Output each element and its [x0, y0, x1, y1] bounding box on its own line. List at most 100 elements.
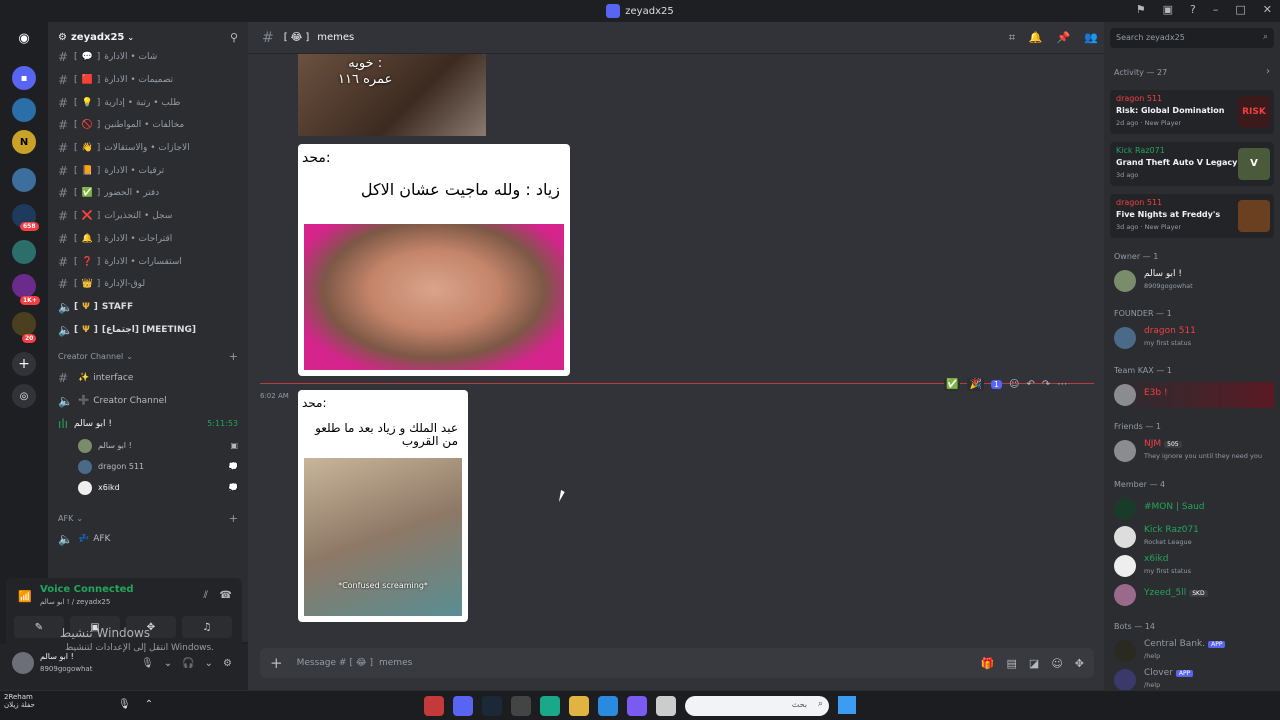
add-reaction-icon[interactable]: ☺	[1009, 379, 1019, 390]
member-item[interactable]: Kick Raz071 Rocket League	[1114, 524, 1274, 550]
edge-app-icon[interactable]	[598, 696, 618, 716]
camera-button[interactable]: ✎	[14, 616, 64, 638]
message-composer[interactable]: + Message # [ 😂 ] memes 🎁 ▤ ◪ ☺ ✥	[260, 648, 1094, 678]
app-icon[interactable]	[627, 696, 647, 716]
add-attachment-icon[interactable]: +	[270, 654, 283, 672]
forward-icon[interactable]: ↷	[1042, 379, 1050, 390]
reaction-party-icon[interactable]: 🎉	[967, 377, 984, 391]
voice-channel-item[interactable]: 🔈 ➕ Creator Channel	[48, 390, 248, 413]
attachment-image[interactable]: محد: زياد : ولله ماجيت عشان الاكل	[298, 144, 570, 376]
app-icon[interactable]	[511, 696, 531, 716]
steam-app-icon[interactable]	[482, 696, 502, 716]
active-voice-channel[interactable]: ılı ابو سالم ! 5:11:53	[48, 412, 248, 435]
channel-item[interactable]: #[📙] ترقيات • الادارة	[48, 159, 248, 182]
discord-home-icon[interactable]: ◉	[12, 26, 36, 50]
app-icon[interactable]	[424, 696, 444, 716]
headset-icon[interactable]: 🎧	[182, 658, 194, 669]
attachment-image[interactable]: محد: عبد الملك و زياد بعد ما طلعو من الق…	[298, 390, 468, 622]
chevron-up-icon[interactable]: ⌃	[145, 699, 153, 710]
chevron-right-icon[interactable]: ›	[1266, 66, 1270, 77]
bell-icon[interactable]: 🔔	[1029, 31, 1043, 45]
voice-status[interactable]: Voice Connected	[40, 584, 134, 595]
maximize-button[interactable]: □	[1235, 3, 1245, 16]
member-item[interactable]: NJM 505 They ignore you until they need y…	[1114, 438, 1274, 464]
server-icon[interactable]	[12, 98, 36, 122]
members-icon[interactable]: 👥	[1084, 31, 1098, 45]
mic-icon[interactable]: 🎙	[141, 658, 154, 669]
pin-icon[interactable]: 📌	[1057, 31, 1071, 45]
emoji-icon[interactable]: ☺	[1051, 657, 1062, 670]
close-button[interactable]: ✕	[1263, 3, 1272, 16]
search-input[interactable]: Search zeyadx25 ⌕	[1110, 28, 1274, 48]
voice-user[interactable]: dragon 511 💭	[48, 456, 248, 477]
disconnect-icon[interactable]: ☎	[220, 590, 232, 601]
channel-item[interactable]: # ✨ interface	[48, 367, 248, 390]
reaction-count[interactable]: 1	[990, 379, 1002, 389]
minimize-button[interactable]: –	[1213, 3, 1219, 16]
channel-item[interactable]: #[✅] دفتر • الحضور	[48, 182, 248, 205]
avatar[interactable]	[12, 652, 34, 674]
member-item[interactable]: #MON | Saud	[1114, 496, 1274, 522]
add-channel-icon[interactable]: +	[229, 350, 238, 363]
sticker-icon[interactable]: ◪	[1029, 657, 1039, 670]
channel-item[interactable]: #[❓] استفسارات • الادارة	[48, 250, 248, 273]
server-folder-icon[interactable]	[12, 274, 36, 298]
app-icon[interactable]	[540, 696, 560, 716]
activity-card[interactable]: dragon 511 Risk: Global Domination 2d ag…	[1110, 90, 1274, 134]
gif-icon[interactable]: ▤	[1007, 657, 1017, 670]
attachment-image[interactable]: خويه : عمره ١١٦	[298, 54, 486, 136]
threads-icon[interactable]: ⌗	[1009, 31, 1015, 45]
invite-icon[interactable]: ⚲	[230, 31, 238, 44]
reaction-check-icon[interactable]: ✅	[944, 377, 961, 391]
member-item[interactable]: x6ikd my first status	[1114, 553, 1274, 579]
member-item[interactable]: E3b !	[1114, 382, 1274, 408]
channel-item[interactable]: #[🚫] مخالفات • المواطنين	[48, 114, 248, 137]
discover-icon[interactable]: ◎	[12, 384, 36, 408]
windows-start-icon[interactable]	[838, 696, 856, 714]
reply-icon[interactable]: ↶	[1026, 379, 1034, 390]
screen-icon[interactable]: ▣	[1163, 3, 1173, 16]
activity-card[interactable]: dragon 511 Five Nights at Freddy's 3d ag…	[1110, 194, 1274, 238]
member-item[interactable]: Yzeed_5ll SKD	[1114, 582, 1274, 608]
add-channel-icon[interactable]: +	[229, 512, 238, 525]
taskbar-search[interactable]: بحث ⌕	[685, 696, 829, 716]
member-item[interactable]: dragon 511 my first status	[1114, 325, 1274, 351]
mic-tray-icon[interactable]: 🎙	[118, 699, 131, 710]
member-item[interactable]: ابو سالم ! 8909gogowhat	[1114, 268, 1274, 294]
server-icon[interactable]: N	[12, 130, 36, 154]
server-folder-icon[interactable]	[12, 312, 36, 336]
category-creator[interactable]: Creator Channel ⌄ +	[48, 347, 248, 367]
gift-icon[interactable]: 🎁	[981, 657, 995, 670]
server-icon[interactable]: ▪	[12, 66, 36, 90]
add-server-icon[interactable]: +	[12, 352, 36, 376]
inbox-icon[interactable]: ⚑	[1136, 3, 1146, 16]
settings-icon[interactable]: ⚙	[223, 658, 232, 669]
channel-item[interactable]: #[💡] طلب • رتبة • إدارية	[48, 91, 248, 114]
activity-card[interactable]: Kick Raz071 Grand Theft Auto V Legacy 3d…	[1110, 142, 1274, 186]
taskbar-widget[interactable]: 2Reham حفلة زيلان	[4, 693, 35, 709]
server-folder-icon[interactable]	[12, 240, 36, 264]
soundboard-button[interactable]: ♫	[182, 616, 232, 638]
channel-item[interactable]: #[🟥] تصميمات • الادارة	[48, 69, 248, 92]
chevron-down-icon[interactable]: ⌄	[205, 658, 213, 669]
voice-channel-item[interactable]: 🔈[Ψ] STAFF	[48, 296, 248, 319]
channel-item[interactable]: #[👋] الاجازات • والاستقالات	[48, 137, 248, 160]
app-icon[interactable]	[656, 696, 676, 716]
channel-item[interactable]: #[❌] سجل • التحذيرات	[48, 205, 248, 228]
chevron-down-icon[interactable]: ⌄	[164, 658, 172, 669]
channel-item[interactable]: #[👑] لوق-الإدارة	[48, 273, 248, 296]
voice-channel-item[interactable]: 🔈 💤 AFK	[48, 528, 248, 551]
member-item[interactable]: Central Bank. APP /help	[1114, 638, 1274, 664]
help-icon[interactable]: ?	[1190, 3, 1196, 16]
file-explorer-icon[interactable]	[569, 696, 589, 716]
noise-suppression-icon[interactable]: ⫽	[204, 590, 208, 601]
channel-item[interactable]: #[💬] شات • الادارة	[48, 46, 248, 69]
member-item[interactable]: Clover APP /help	[1114, 667, 1274, 690]
category-afk[interactable]: AFK ⌄ +	[48, 508, 248, 528]
more-icon[interactable]: ⋯	[1057, 379, 1067, 390]
server-folder-icon[interactable]	[12, 168, 36, 192]
apps-icon[interactable]: ✥	[1075, 657, 1084, 670]
voice-user[interactable]: x6ikd 💭	[48, 477, 248, 498]
channel-item[interactable]: #[🔔] اقتراحات • الادارة	[48, 228, 248, 251]
voice-channel-item[interactable]: 🔈[Ψ] [اجتماع] [MEETING]	[48, 318, 248, 341]
